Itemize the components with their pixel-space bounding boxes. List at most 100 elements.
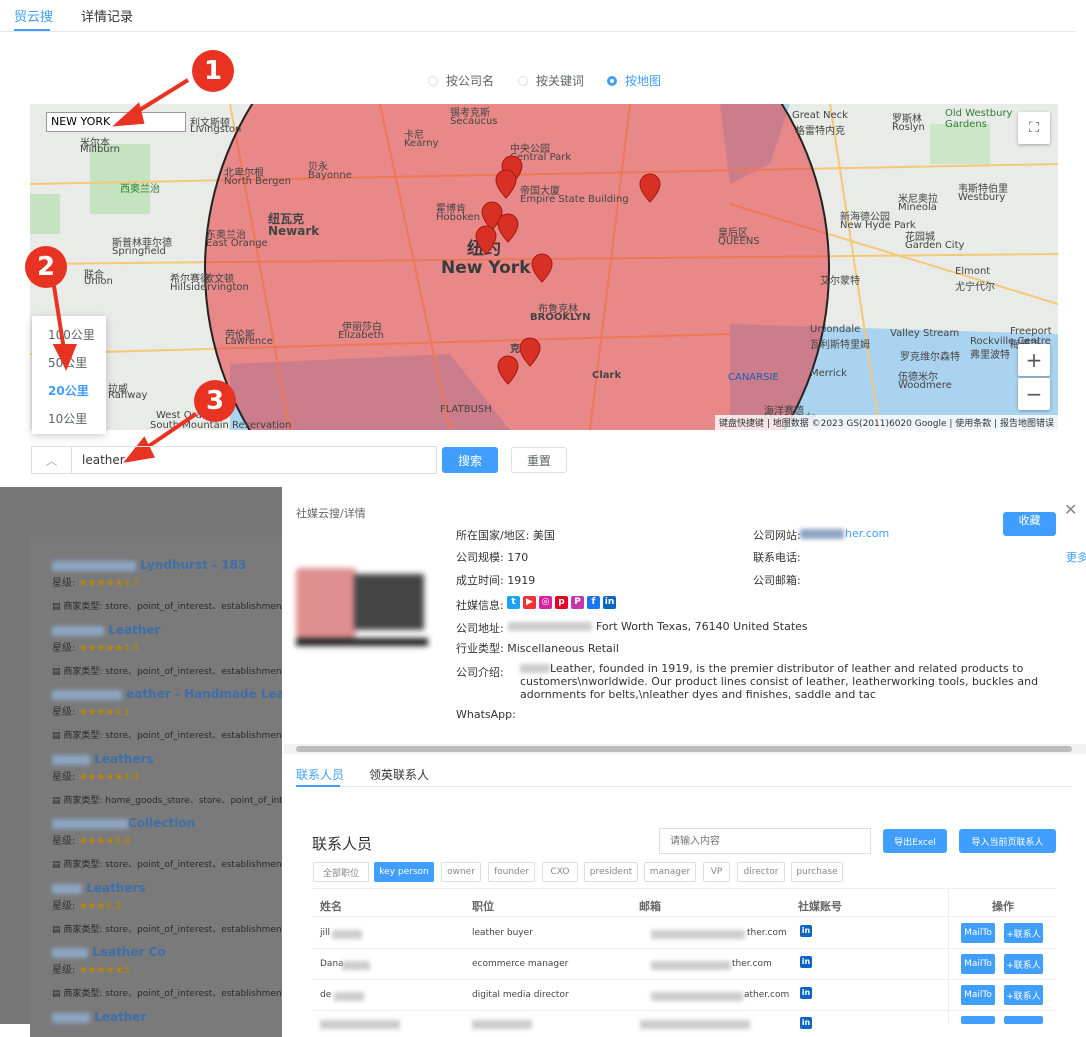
youtube-icon[interactable]: ▶ [523,596,536,609]
facebook-icon[interactable]: f [587,596,600,609]
mailto-button[interactable]: MailTo [961,985,995,1005]
redacted-text [651,930,745,939]
filter-tag-all[interactable]: 全部职位 [313,862,369,882]
result-category: 商家类型: store、point_of_interest、establishm… [63,860,295,870]
filter-tag-cxo[interactable]: CXO [542,862,578,882]
linkedin-icon[interactable]: in [800,1017,812,1029]
rating-label: 星级: [52,643,76,654]
redacted-text [342,961,370,970]
add-contact-button[interactable]: +联系人 [1004,985,1043,1005]
mailto-button[interactable] [961,1016,995,1024]
instagram-icon[interactable]: ◎ [539,596,552,609]
linkedin-icon[interactable]: in [800,956,812,968]
result-item[interactable]: Leather [52,1010,146,1024]
rating-label: 星级: [52,901,76,912]
contact-name: de [320,990,332,1000]
filter-tag-director[interactable]: director [737,862,785,882]
social-icons: t ▶ ◎ p Pf in [507,593,619,609]
filter-tag-vp[interactable]: VP [703,862,730,882]
tab-contacts[interactable]: 联系人员 [296,766,344,783]
result-name[interactable]: Lyndhurst - 183 [140,558,246,572]
rating-score: 4.1 [114,707,131,718]
linkedin-icon[interactable]: in [800,925,812,937]
redacted-text [508,622,592,631]
mailto-button[interactable]: MailTo [961,923,995,943]
chevron-up-icon: ︿ [45,453,58,468]
step-badge-3: 3 [194,380,236,422]
keyword-input[interactable]: leather [71,446,437,474]
add-contact-button[interactable] [1004,1016,1043,1024]
podcast-icon[interactable]: P [571,596,584,609]
scrollbar-thumb[interactable] [296,746,1072,752]
column-divider [948,889,949,1024]
company-address: Fort Worth Texas, 76140 United States [596,620,808,633]
linkedin-icon[interactable]: in [800,987,812,999]
col-header-actions: 操作 [992,900,1014,913]
filter-tag-owner[interactable]: owner [441,862,481,882]
active-tab-underline [296,785,340,787]
rating-score: 4.7 [123,578,140,589]
result-item[interactable]: Leathers 星级: ★★★★★4.4 ▤ 商家类型: home_goods… [52,752,292,806]
company-founded: 成立时间: 1919 [456,574,536,587]
add-contact-button[interactable]: +联系人 [1004,923,1043,943]
add-contact-button[interactable]: +联系人 [1004,954,1043,974]
import-contacts-button[interactable]: 导入当前页联系人 [959,829,1056,853]
result-name[interactable]: Leathers [86,881,145,895]
result-category: 商家类型: store、point_of_interest、establishm… [63,925,295,935]
star-icons: ★★★★★ [78,772,124,783]
result-name[interactable]: Leather Co [92,945,165,959]
rating-label: 星级: [52,707,76,718]
result-item[interactable]: Leather 星级: ★★★★★4.5 ▤ 商家类型: store、point… [52,623,294,677]
star-icons: ★★★★★ [78,643,124,654]
search-button[interactable]: 搜索 [442,447,498,473]
rating-score: 4.5 [123,643,140,654]
contact-email: ther.com [732,959,772,969]
contact-position: digital media director [472,990,569,1000]
col-header-email: 邮箱 [639,900,661,913]
more-link[interactable]: 更多 [1066,549,1086,565]
result-name[interactable]: Leathers [94,752,153,766]
radius-select[interactable]: ︿ [31,446,71,474]
horizontal-scrollbar[interactable] [284,744,1086,754]
mailto-button[interactable]: MailTo [961,954,995,974]
reset-button[interactable]: 重置 [511,447,567,473]
result-item[interactable]: Lyndhurst - 183 星级: ★★★★★4.7 ▤ 商家类型: sto… [52,558,294,612]
pinterest-icon[interactable]: p [555,596,568,609]
breadcrumb: 社媒云搜/详情 [296,507,366,520]
twitter-icon[interactable]: t [507,596,520,609]
redacted-text [320,1020,400,1029]
tab-linkedin-contacts[interactable]: 领英联系人 [369,766,429,783]
result-name[interactable]: Leather [108,623,160,637]
star-icons: ★★★★★ [78,965,124,976]
contact-name: jill [320,928,331,938]
export-excel-button[interactable]: 导出Excel [883,829,947,853]
contact-email: ather.com [744,990,790,1000]
filter-tag-key-person[interactable]: key person [374,862,434,882]
shop-icon: ▤ [52,989,61,999]
filter-tag-manager[interactable]: manager [644,862,696,882]
shop-icon: ▤ [52,667,61,677]
contact-position: leather buyer [472,928,533,938]
close-icon[interactable]: ✕ [1064,500,1077,519]
result-item[interactable]: Leather Co 星级: ★★★★★5 ▤ 商家类型: store、poin… [52,945,294,999]
collect-button[interactable]: 收藏 [1003,512,1056,536]
filter-tag-purchase[interactable]: purchase [791,862,843,882]
redacted-text [651,961,731,970]
linkedin-icon[interactable]: in [603,596,616,609]
star-icons: ★★★★ [78,836,115,847]
result-name[interactable]: Collection [128,816,195,830]
result-name[interactable]: eather - Handmade Leathe [126,687,307,701]
result-name[interactable]: Leather [94,1010,146,1024]
result-item[interactable]: Collection 星级: ★★★★3.8 ▤ 商家类型: store、poi… [52,816,294,870]
whatsapp-label: WhatsApp: [456,708,516,721]
company-website[interactable]: her.com [845,527,889,540]
result-item[interactable]: eather - Handmade Leathe 星级: ★★★★4.1 ▤ 商… [52,687,307,741]
contact-email: ther.com [747,928,787,938]
rating-score: 3.3 [105,901,122,912]
rating-label: 星级: [52,578,76,589]
result-item[interactable]: Leathers 星级: ★★★3.3 ▤ 商家类型: store、point_… [52,881,294,935]
row-divider [312,979,1056,980]
contacts-search-input[interactable] [659,828,871,854]
filter-tag-founder[interactable]: founder [488,862,535,882]
filter-tag-president[interactable]: president [584,862,638,882]
